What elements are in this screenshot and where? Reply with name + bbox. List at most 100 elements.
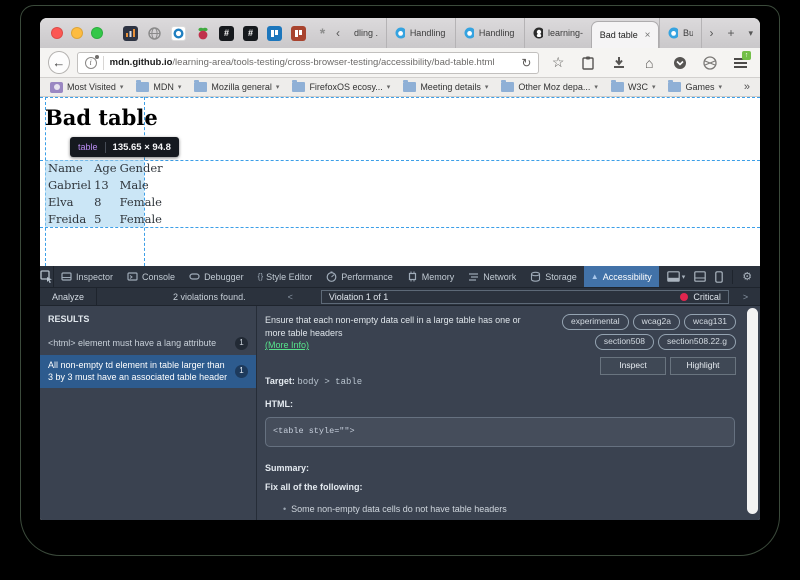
bullet-icon: •: [283, 504, 286, 514]
browser-window: # # * ‹ dling ... Handling ... Handling …: [40, 18, 760, 520]
details-scrollbar-thumb[interactable]: [747, 308, 758, 514]
chevron-down-icon: ▾: [120, 83, 124, 91]
scroll-tabs-right-button[interactable]: ›: [702, 26, 720, 40]
highlighted-table[interactable]: Name Age Gender Gabriel 13 Male Elva 8 F…: [45, 160, 144, 227]
menu-hamburger-icon[interactable]: ↑: [729, 57, 752, 68]
bookmark-most-visited[interactable]: Most Visited ▾: [50, 82, 123, 93]
bookmark-firefoxos[interactable]: FirefoxOS ecosy...▾: [292, 82, 390, 92]
tab-bui[interactable]: Bui: [659, 18, 702, 48]
dock-side-button[interactable]: ▾: [667, 271, 686, 282]
result-item-table-header[interactable]: All non-empty td element in table larger…: [40, 355, 256, 388]
bookmark-mdn[interactable]: MDN▾: [136, 82, 181, 92]
discourse-icon: [668, 27, 678, 39]
pinned-tab-trello-red-icon[interactable]: [291, 26, 306, 41]
table-cell: Female: [117, 210, 163, 227]
bookmark-label: MDN: [153, 82, 174, 92]
tab-bad-table-active[interactable]: Bad table ... ×: [591, 21, 660, 48]
tab-debugger[interactable]: Debugger: [182, 266, 251, 287]
result-item-lang-attribute[interactable]: <html> element must have a lang attribut…: [40, 332, 256, 355]
bookmark-other-moz[interactable]: Other Moz depa...▾: [501, 82, 598, 92]
tab-handling-2[interactable]: Handling ...: [455, 18, 524, 48]
folder-icon: [194, 82, 207, 92]
tab-inspector[interactable]: Inspector: [54, 266, 120, 287]
bookmark-w3c[interactable]: W3C▾: [611, 82, 656, 92]
close-traffic-light-icon[interactable]: [51, 27, 63, 39]
bookmarks-overflow-button[interactable]: »: [744, 81, 750, 93]
tab-network[interactable]: Network: [461, 266, 523, 287]
download-icon[interactable]: [607, 56, 630, 69]
close-tab-icon[interactable]: ×: [645, 30, 651, 41]
minimize-traffic-light-icon[interactable]: [71, 27, 83, 39]
html-code-box: <table style="">: [265, 417, 735, 447]
inspector-icon: [61, 271, 72, 282]
pinned-tab-hash2-icon[interactable]: #: [243, 26, 258, 41]
home-icon[interactable]: ⌂: [638, 55, 661, 71]
accessibility-toolbar: Analyze 2 violations found. < Violation …: [40, 288, 760, 306]
pinned-tab-globe-icon[interactable]: [147, 26, 162, 41]
tab-performance[interactable]: Performance: [319, 266, 400, 287]
split-console-button[interactable]: [694, 271, 706, 282]
zoom-traffic-light-icon[interactable]: [91, 27, 103, 39]
violation-position-label: Violation 1 of 1: [329, 292, 388, 302]
tab-strip: # # * ‹ dling ... Handling ... Handling …: [40, 18, 760, 48]
reload-button[interactable]: ↻: [521, 56, 531, 70]
services-globe-icon[interactable]: [698, 56, 721, 70]
site-identity-info-icon[interactable]: i: [85, 57, 97, 69]
highlight-button[interactable]: Highlight: [670, 357, 736, 375]
violation-position-box: Violation 1 of 1 Critical: [321, 290, 729, 304]
pocket-icon[interactable]: [668, 56, 691, 70]
folder-icon: [611, 82, 624, 92]
more-info-link[interactable]: (More Info): [265, 340, 309, 350]
analyze-button[interactable]: Analyze: [40, 288, 97, 305]
previous-violation-button[interactable]: <: [288, 292, 293, 302]
responsive-mode-button[interactable]: [715, 271, 723, 283]
pick-element-icon[interactable]: [40, 266, 54, 287]
bookmark-star-icon[interactable]: ☆: [546, 54, 569, 71]
network-icon: [468, 271, 479, 282]
tab-label: Debugger: [204, 272, 244, 282]
target-label: Target:: [265, 376, 295, 386]
inspect-button[interactable]: Inspect: [600, 357, 666, 375]
tab-storage[interactable]: Storage: [523, 266, 584, 287]
url-text[interactable]: mdn.github.io/learning-area/tools-testin…: [110, 57, 516, 68]
all-tabs-dropdown-button[interactable]: ▾: [741, 28, 760, 39]
bookmark-games[interactable]: Games▾: [668, 82, 722, 92]
folder-icon: [136, 82, 149, 92]
back-button[interactable]: ←: [48, 51, 70, 74]
result-text: <html> element must have a lang attribut…: [48, 338, 229, 350]
pinned-tab-trello-blue-icon[interactable]: [267, 26, 282, 41]
asterisk-glyph: *: [320, 25, 325, 41]
folder-icon: [668, 82, 681, 92]
pinned-tab-hash-icon[interactable]: #: [219, 26, 234, 41]
url-separator: [103, 56, 104, 70]
folder-icon: [403, 82, 416, 92]
pinned-tab-flower-icon[interactable]: *: [315, 26, 330, 41]
tab-label: Bad table ...: [600, 30, 638, 40]
tab-overflow-left[interactable]: dling ...: [346, 18, 386, 48]
pinned-tab-stats-icon[interactable]: [123, 26, 138, 41]
tab-handling-1[interactable]: Handling ...: [386, 18, 455, 48]
new-tab-button[interactable]: +: [720, 26, 741, 40]
url-bar[interactable]: i mdn.github.io/learning-area/tools-test…: [77, 52, 540, 74]
settings-gear-icon[interactable]: ⚙: [742, 270, 752, 283]
pinned-tab-raspberry-icon[interactable]: [195, 26, 210, 41]
table-cell: Male: [117, 177, 163, 194]
tag-pill: wcag2a: [633, 314, 680, 330]
tab-style-editor[interactable]: { }Style Editor: [251, 266, 320, 287]
bookmark-label: Most Visited: [67, 82, 116, 92]
fix-all-label: Fix all of the following:: [265, 481, 736, 494]
table-row: Gabriel 13 Male: [45, 177, 163, 194]
next-violation-button[interactable]: >: [743, 292, 748, 302]
tab-accessibility[interactable]: ▲Accessibility: [584, 266, 659, 287]
table-cell: 13: [91, 177, 116, 194]
reading-list-icon[interactable]: [577, 56, 600, 70]
tab-console[interactable]: Console: [120, 266, 182, 287]
bookmark-meeting-details[interactable]: Meeting details▾: [403, 82, 488, 92]
pinned-tabs: # # *: [123, 26, 330, 41]
tab-label: Handling ...: [410, 28, 447, 38]
bookmark-mozilla-general[interactable]: Mozilla general▾: [194, 82, 279, 92]
tab-memory[interactable]: Memory: [400, 266, 462, 287]
tab-learning-area[interactable]: learning-...: [524, 18, 591, 48]
pinned-tab-blue-ring-icon[interactable]: [171, 26, 186, 41]
scroll-tabs-left-button[interactable]: ‹: [330, 26, 346, 40]
